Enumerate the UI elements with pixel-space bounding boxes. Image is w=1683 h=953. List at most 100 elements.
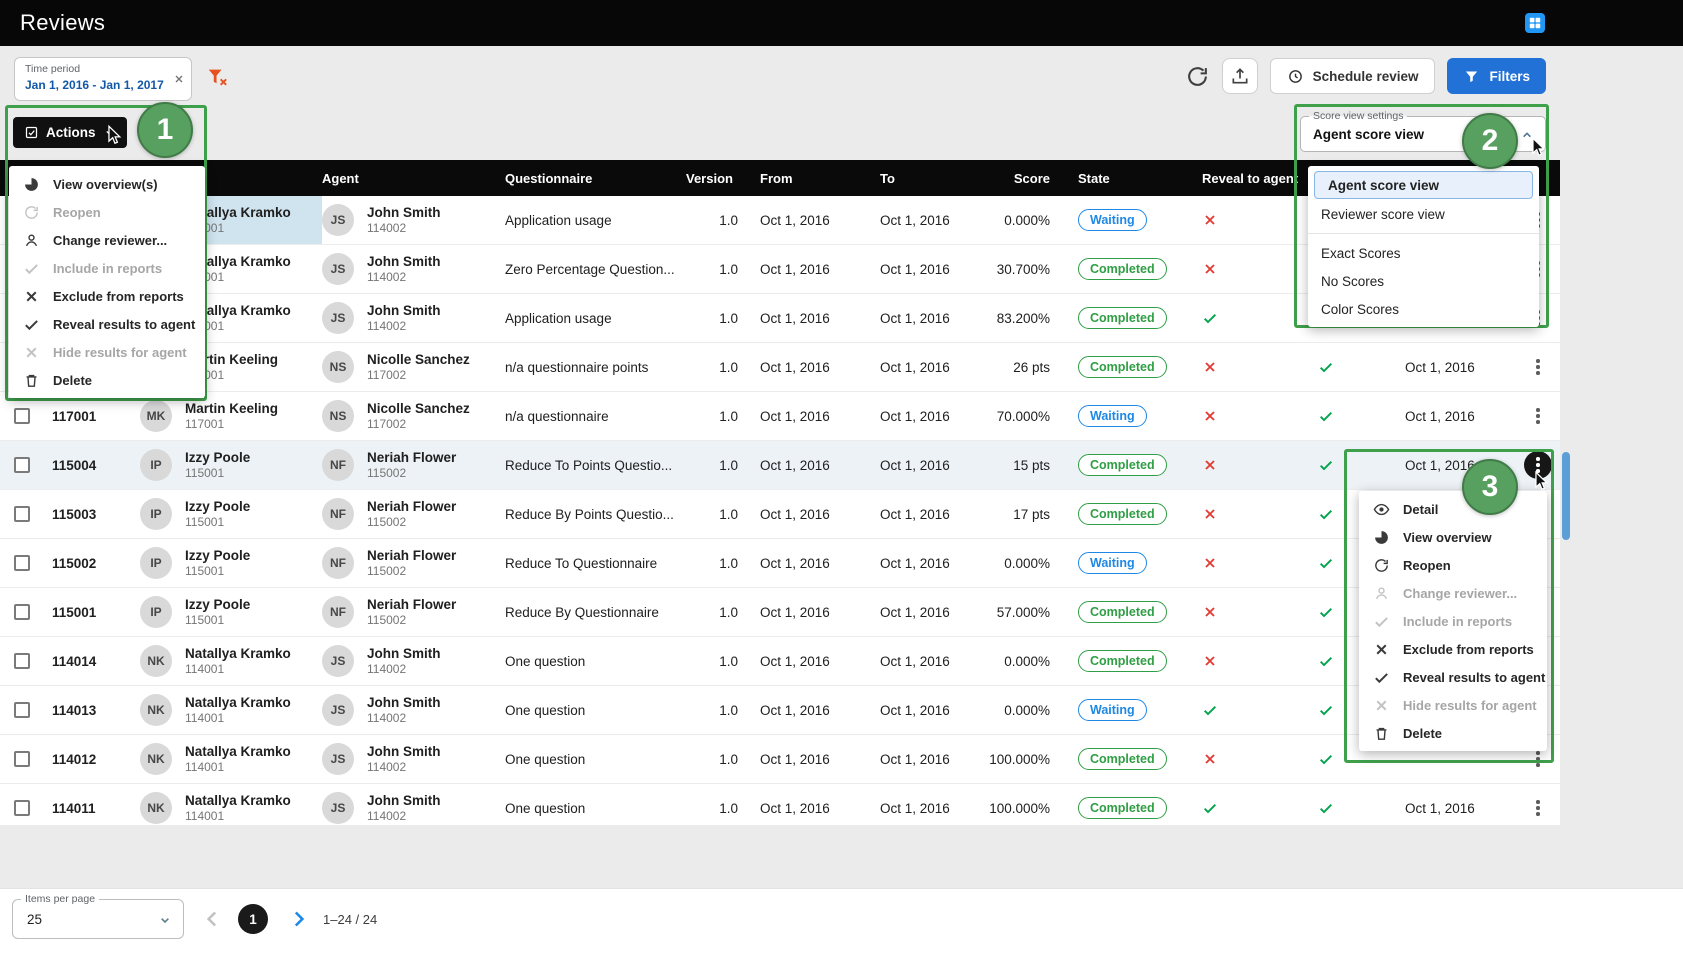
kebab-menu-icon[interactable] — [1524, 353, 1552, 381]
menu-divider — [1308, 233, 1539, 234]
to-date-cell: Oct 1, 2016 — [866, 490, 981, 538]
score-view-option-color-scores[interactable]: Color Scores — [1308, 295, 1539, 323]
row-menu-item-view-overview[interactable]: View overview — [1359, 523, 1547, 551]
vertical-scrollbar[interactable] — [1562, 452, 1570, 540]
refresh-icon — [1373, 557, 1390, 574]
to-date-cell: Oct 1, 2016 — [866, 539, 981, 587]
checkbox[interactable] — [14, 555, 30, 571]
actions-button[interactable]: Actions — [13, 117, 127, 148]
row-checkbox[interactable] — [0, 539, 44, 587]
remove-filters-icon[interactable] — [206, 66, 228, 88]
time-period-filter-chip[interactable]: Time period Jan 1, 2016 - Jan 1, 2017 — [14, 57, 192, 101]
avatar: JS — [322, 302, 354, 334]
table-row-114014[interactable]: 114014NKNatallya Kramko114001JSJohn Smit… — [0, 637, 1560, 686]
table-row-114013[interactable]: 114013NKNatallya Kramko114001JSJohn Smit… — [0, 686, 1560, 735]
table-row-115003[interactable]: 115003IPIzzy Poole115001NFNeriah Flower1… — [0, 490, 1560, 539]
checkbox[interactable] — [14, 506, 30, 522]
row-checkbox[interactable] — [0, 392, 44, 440]
reveal-to-agent-cell — [1196, 441, 1281, 489]
overview-icon — [23, 176, 40, 193]
questionnaire-cell: One question — [500, 686, 686, 734]
row-checkbox[interactable] — [0, 588, 44, 636]
row-menu-button[interactable] — [1516, 392, 1560, 440]
checkbox[interactable] — [14, 702, 30, 718]
score-view-option-agent-score-view[interactable]: Agent score view — [1314, 171, 1533, 199]
items-per-page-select[interactable]: Items per page 25 — [12, 899, 184, 939]
row-checkbox[interactable] — [0, 490, 44, 538]
row-checkbox[interactable] — [0, 686, 44, 734]
score-view-option-exact-scores[interactable]: Exact Scores — [1308, 239, 1539, 267]
filters-button[interactable]: Filters — [1447, 58, 1546, 94]
actions-menu-item-hide-results-for-agent: Hide results for agent — [9, 338, 205, 366]
reviewer-name-cell: Izzy Poole115001 — [180, 588, 322, 636]
chevron-up-icon[interactable] — [1519, 127, 1535, 143]
state-badge: Completed — [1056, 441, 1196, 489]
kebab-menu-icon[interactable] — [1524, 794, 1552, 822]
table-row-114011[interactable]: 114011NKNatallya Kramko114001JSJohn Smit… — [0, 784, 1560, 825]
score-cell: 0.000% — [981, 196, 1056, 244]
table-row-114012[interactable]: 114012NKNatallya Kramko114001JSJohn Smit… — [0, 735, 1560, 784]
row-menu-item-detail[interactable]: Detail — [1359, 495, 1547, 523]
reveal-to-agent-cell — [1196, 196, 1281, 244]
row-checkbox[interactable] — [0, 784, 44, 825]
state-badge: Completed — [1056, 490, 1196, 538]
actions-menu-item-exclude-from-reports[interactable]: Exclude from reports — [9, 282, 205, 310]
header-questionnaire: Questionnaire — [500, 171, 686, 186]
reveal-to-agent-cell — [1196, 392, 1281, 440]
row-checkbox[interactable] — [0, 735, 44, 783]
table-row-117001[interactable]: 117001MKMartin Keeling117001NSNicolle Sa… — [0, 392, 1560, 441]
agent-name-cell: John Smith114002 — [362, 686, 500, 734]
kebab-menu-icon[interactable] — [1524, 402, 1552, 430]
table-row-115004[interactable]: 115004IPIzzy Poole115001NFNeriah Flower1… — [0, 441, 1560, 490]
current-page-button[interactable]: 1 — [238, 904, 268, 934]
actions-menu-item-change-reviewer[interactable]: Change reviewer... — [9, 226, 205, 254]
checkbox[interactable] — [14, 408, 30, 424]
trash-icon — [23, 372, 40, 389]
app-badge-icon[interactable] — [1525, 13, 1545, 33]
actions-menu-item-delete[interactable]: Delete — [9, 366, 205, 394]
table-row-115002[interactable]: 115002IPIzzy Poole115001NFNeriah Flower1… — [0, 539, 1560, 588]
questionnaire-cell: Zero Percentage Question... — [500, 245, 686, 293]
avatar: JS — [322, 253, 354, 285]
checkbox[interactable] — [14, 653, 30, 669]
row-checkbox[interactable] — [0, 637, 44, 685]
score-view-option-reviewer-score-view[interactable]: Reviewer score view — [1308, 200, 1539, 228]
x-icon — [1373, 641, 1390, 658]
checkbox[interactable] — [14, 457, 30, 473]
export-button[interactable] — [1222, 58, 1258, 94]
row-menu-button[interactable] — [1516, 441, 1560, 489]
refresh-button[interactable] — [1185, 64, 1210, 89]
time-period-value: Jan 1, 2016 - Jan 1, 2017 — [25, 78, 181, 92]
viewed-by-agent-cell — [1281, 441, 1371, 489]
schedule-review-button[interactable]: Schedule review — [1270, 58, 1436, 94]
row-menu-item-reveal-results-to-agent[interactable]: Reveal results to agent — [1359, 663, 1547, 691]
reviewer-avatar: NK — [140, 784, 180, 825]
agent-avatar: NF — [322, 539, 362, 587]
row-menu-item-delete[interactable]: Delete — [1359, 719, 1547, 747]
agent-name-cell: Nicolle Sanchez117002 — [362, 343, 500, 391]
checkbox[interactable] — [14, 800, 30, 816]
actions-menu-item-reveal-results-to-agent[interactable]: Reveal results to agent — [9, 310, 205, 338]
row-menu-button[interactable] — [1516, 784, 1560, 825]
score-view-option-no-scores[interactable]: No Scores — [1308, 267, 1539, 295]
state-badge: Waiting — [1056, 539, 1196, 587]
score-cell: 70.000% — [981, 392, 1056, 440]
questionnaire-cell: One question — [500, 637, 686, 685]
next-page-button[interactable] — [285, 906, 311, 932]
row-menu-item-exclude-from-reports[interactable]: Exclude from reports — [1359, 635, 1547, 663]
row-menu-item-reopen[interactable]: Reopen — [1359, 551, 1547, 579]
row-menu-button[interactable] — [1516, 343, 1560, 391]
clear-time-period-icon[interactable] — [173, 73, 185, 85]
checkbox[interactable] — [14, 604, 30, 620]
x-icon — [1202, 604, 1218, 620]
avatar: NS — [322, 400, 354, 432]
table-row-115001[interactable]: 115001IPIzzy Poole115001NFNeriah Flower1… — [0, 588, 1560, 637]
row-checkbox[interactable] — [0, 441, 44, 489]
page-title: Reviews — [20, 0, 105, 46]
actions-menu-item-view-overview-s[interactable]: View overview(s) — [9, 170, 205, 198]
table-row[interactable]: Martin Keeling117001NSNicolle Sanchez117… — [0, 343, 1560, 392]
reveal-to-agent-cell — [1196, 245, 1281, 293]
version-cell: 1.0 — [686, 343, 742, 391]
checkbox[interactable] — [14, 751, 30, 767]
kebab-menu-icon[interactable] — [1524, 451, 1552, 479]
